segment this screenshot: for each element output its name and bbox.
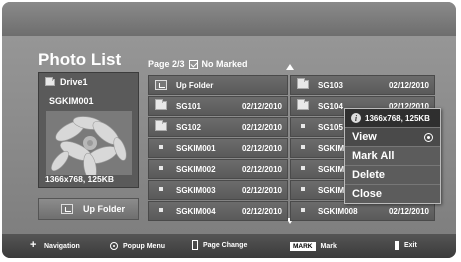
file-row[interactable]: SGKIM002 02/12/2010 [148, 159, 288, 179]
footer-exit: Exit [395, 241, 417, 250]
item-name: Up Folder [176, 81, 214, 90]
selected-radio-icon [424, 133, 433, 142]
folder-icon [155, 120, 167, 131]
footer-popup-menu: Popup Menu [110, 242, 165, 250]
drive-label: Drive1 [45, 76, 88, 87]
info-icon: i [351, 113, 361, 123]
item-name: SG101 [176, 102, 201, 111]
photo-file-icon [297, 185, 305, 191]
top-band [2, 2, 456, 36]
exit-icon [395, 241, 399, 250]
up-folder-icon [61, 204, 73, 214]
item-date: 02/12/2010 [388, 207, 429, 216]
footer-mark-label: Mark [320, 243, 337, 250]
marked-checkbox-icon [188, 59, 198, 69]
file-row[interactable]: SGKIM001 02/12/2010 [148, 138, 288, 158]
preview-resolution: 1366x768, 125KB [45, 174, 115, 184]
item-date: 02/12/2010 [241, 165, 282, 174]
photo-file-icon [155, 143, 163, 149]
preview-file-name: SGKIM001 [49, 96, 94, 106]
popup-item-label: Delete [352, 169, 386, 181]
popup-item-close[interactable]: Close [345, 184, 440, 203]
item-date: 02/12/2010 [241, 186, 282, 195]
preview-panel: Drive1 SGKIM001 1366x768, 125KB [38, 72, 139, 188]
item-date: 02/12/2010 [241, 207, 282, 216]
popup-item-delete[interactable]: Delete [345, 165, 440, 184]
page-info: Page 2/3 No Marked [148, 59, 248, 69]
page-change-icon [192, 240, 198, 250]
item-name: SG102 [176, 123, 201, 132]
item-name: SG104 [318, 102, 343, 111]
file-row[interactable]: SGKIM004 02/12/2010 [148, 201, 288, 221]
folder-icon [297, 99, 309, 110]
item-name: SGKIM001 [176, 144, 216, 153]
file-row[interactable]: SGKIM008 02/12/2010 [290, 201, 435, 221]
footer-page-change-label: Page Change [203, 241, 248, 249]
photo-file-icon [297, 206, 305, 212]
item-date: 02/12/2010 [241, 102, 282, 111]
item-name: SG105 [318, 123, 343, 132]
up-folder-row[interactable]: Up Folder [148, 75, 288, 95]
marked-status: No Marked [201, 59, 248, 69]
photo-list-screen: Photo List Page 2/3 No Marked Drive1 SGK… [2, 2, 456, 258]
item-date: 02/12/2010 [241, 144, 282, 153]
up-folder-icon [155, 80, 167, 90]
mark-key-icon: MARK [290, 242, 316, 251]
ok-button-icon [110, 242, 118, 250]
item-name: SG103 [318, 81, 343, 90]
item-date: 02/12/2010 [241, 123, 282, 132]
popup-header: i 1366x768, 125KB [345, 109, 440, 127]
footer-page-change: Page Change [192, 240, 247, 250]
popup-item-label: Close [352, 188, 382, 200]
folder-icon [297, 78, 309, 89]
footer-exit-label: Exit [404, 242, 417, 249]
popup-item-view[interactable]: View [345, 127, 440, 146]
folder-row[interactable]: SG102 02/12/2010 [148, 117, 288, 137]
up-folder-button[interactable]: Up Folder [38, 198, 139, 220]
popup-menu: i 1366x768, 125KB View Mark All Delete C… [344, 108, 441, 204]
item-name: SGKIM003 [176, 186, 216, 195]
drive-icon [45, 76, 55, 86]
popup-item-mark-all[interactable]: Mark All [345, 146, 440, 165]
folder-icon [155, 99, 167, 110]
navigation-icon [30, 239, 39, 251]
scroll-up-arrow-icon[interactable] [286, 64, 294, 70]
item-date: 02/12/2010 [388, 81, 429, 90]
photo-file-icon [155, 206, 163, 212]
item-name: SGKIM008 [318, 207, 358, 216]
footer-popup-menu-label: Popup Menu [123, 242, 165, 250]
photo-thumbnail [46, 111, 132, 175]
footer-mark: MARK Mark [290, 242, 337, 251]
drive-name: Drive1 [60, 77, 88, 87]
page-title: Photo List [38, 50, 122, 69]
photo-file-icon [155, 164, 163, 170]
up-folder-label: Up Folder [83, 204, 125, 214]
photo-file-icon [297, 122, 305, 128]
popup-item-label: Mark All [352, 150, 395, 162]
folder-row[interactable]: SG103 02/12/2010 [290, 75, 435, 95]
item-name: SGKIM004 [176, 207, 216, 216]
photo-file-icon [155, 185, 163, 191]
folder-row[interactable]: SG101 02/12/2010 [148, 96, 288, 116]
footer-help-bar: Navigation Popup Menu Page Change MARK M… [2, 234, 456, 258]
photo-file-icon [297, 143, 305, 149]
page-number: Page 2/3 [148, 59, 185, 69]
footer-navigation-label: Navigation [44, 243, 80, 250]
popup-header-text: 1366x768, 125KB [365, 113, 430, 123]
photo-file-icon [297, 164, 305, 170]
item-name: SGKIM002 [176, 165, 216, 174]
file-row[interactable]: SGKIM003 02/12/2010 [148, 180, 288, 200]
popup-item-label: View [352, 131, 377, 143]
footer-navigation: Navigation [30, 239, 80, 251]
